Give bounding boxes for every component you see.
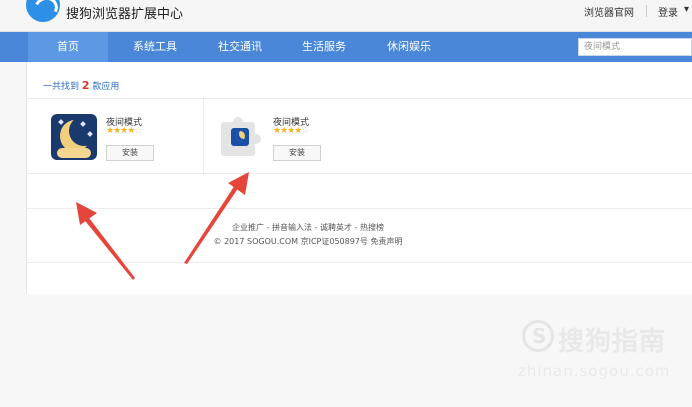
watermark: 搜狗指南 zhinan.sogou.com [518,320,688,390]
sogou-guide-logo-icon [522,320,554,352]
arrow-left [76,202,135,280]
watermark-url: zhinan.sogou.com [518,362,671,380]
arrow-right [184,172,249,264]
watermark-text: 搜狗指南 [558,327,667,357]
